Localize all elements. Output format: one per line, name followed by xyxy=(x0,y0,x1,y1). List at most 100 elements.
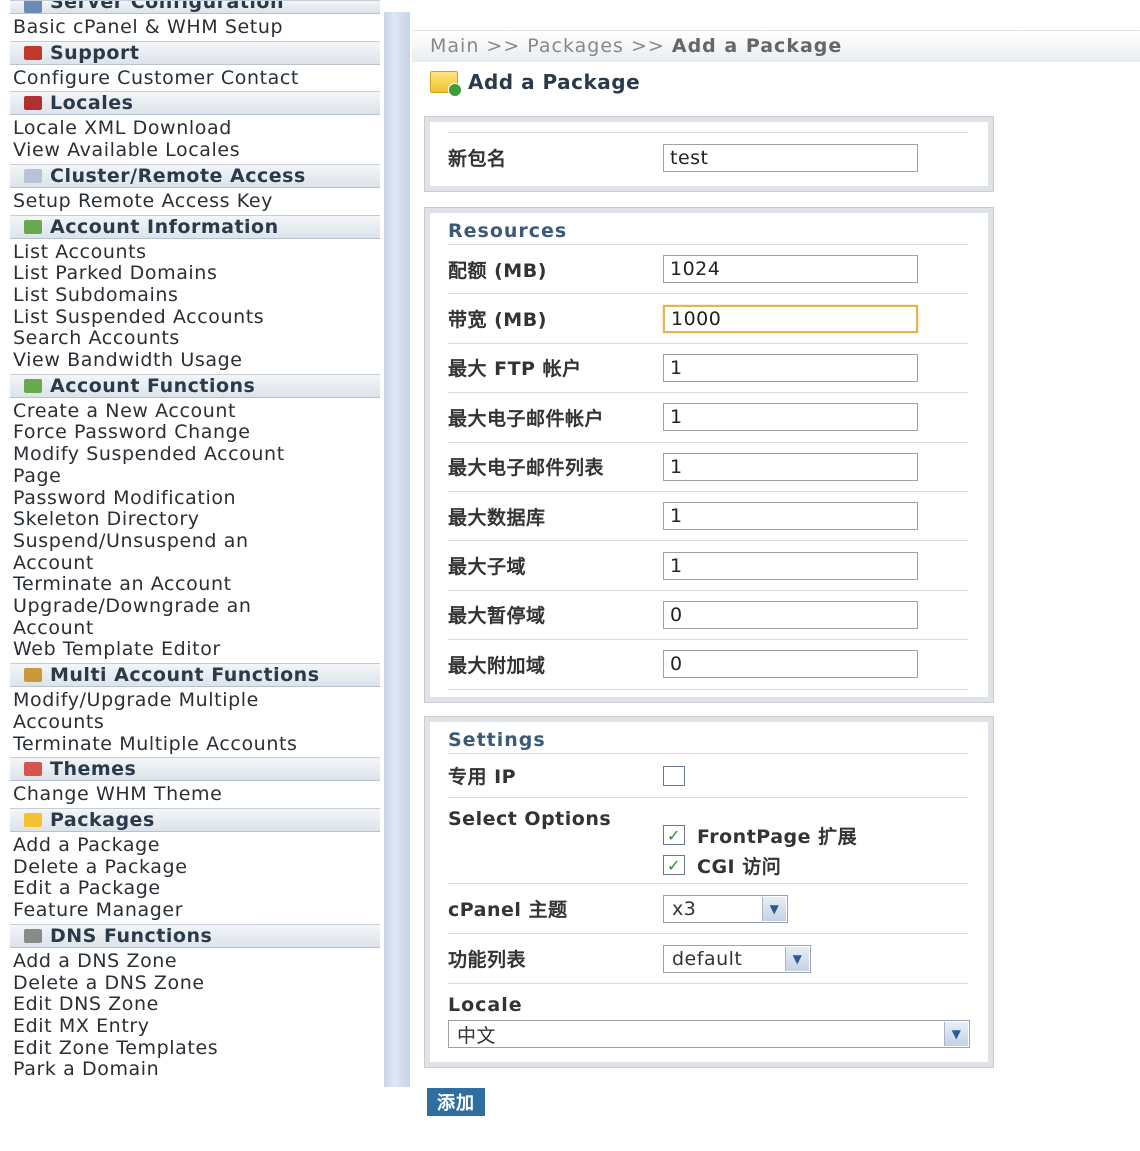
dedicated-ip-checkbox[interactable] xyxy=(663,765,685,786)
cpanel-theme-select[interactable]: x3 ▼ xyxy=(663,894,788,923)
sidebar-section-title: Packages xyxy=(50,808,155,831)
dedicated-ip-row: 专用 IP xyxy=(448,754,968,798)
sidebar-link[interactable]: Delete a DNS Zone xyxy=(13,972,333,995)
resource-input[interactable] xyxy=(663,403,918,432)
frontpage-label: FrontPage 扩展 xyxy=(697,825,858,848)
sidebar-link[interactable]: Modify Suspended Account Page xyxy=(13,443,333,487)
package-name-panel: 新包名 xyxy=(424,116,994,192)
sidebar-section-themes[interactable]: Themes xyxy=(10,757,380,782)
multi-account-icon xyxy=(24,668,42,683)
sidebar-link[interactable]: Park a Domain xyxy=(13,1059,333,1081)
sidebar-link[interactable]: View Bandwidth Usage xyxy=(13,349,333,372)
sidebar-link[interactable]: Terminate Multiple Accounts xyxy=(13,733,333,756)
sidebar-links: List Accounts List Parked Domains List Sub… xyxy=(0,239,382,374)
sidebar-link[interactable]: Add a Package xyxy=(13,834,333,857)
sidebar-link[interactable]: List Accounts xyxy=(13,241,333,264)
package-name-input[interactable] xyxy=(663,143,918,172)
resource-row: 最大电子邮件帐户 xyxy=(448,393,968,443)
sidebar-link[interactable]: Terminate an Account xyxy=(13,574,333,596)
sidebar-link[interactable]: Configure Customer Contact xyxy=(13,67,333,90)
settings-title: Settings xyxy=(448,722,968,754)
resource-input[interactable] xyxy=(663,650,918,679)
cpanel-theme-value: x3 xyxy=(672,897,697,920)
select-options-row: Select Options ✓ FrontPage 扩展 ✓ CGI 访问 xyxy=(448,798,968,884)
locales-icon xyxy=(24,96,42,111)
sidebar-section-title: DNS Functions xyxy=(50,924,213,947)
page-title: Add a Package xyxy=(430,70,640,97)
resource-input[interactable] xyxy=(663,600,918,629)
sidebar-link[interactable]: Edit Zone Templates xyxy=(13,1037,333,1060)
main-content: Main >> Packages >> Add a Package Add a … xyxy=(410,0,1140,1151)
add-package-icon xyxy=(430,71,462,97)
sidebar-link[interactable]: Modify/Upgrade Multiple Accounts xyxy=(13,689,333,733)
sidebar-link[interactable]: Suspend/Unsuspend an Account xyxy=(13,530,333,574)
sidebar-link[interactable]: Password Modification xyxy=(13,487,333,510)
locale-value: 中文 xyxy=(457,1024,497,1047)
sidebar-link[interactable]: List Suspended Accounts xyxy=(13,306,333,329)
sidebar-link[interactable]: Web Template Editor xyxy=(13,639,333,661)
resource-row: 最大暂停域 xyxy=(448,591,968,641)
chevron-down-icon[interactable]: ▼ xyxy=(944,1022,968,1046)
sidebar-section-multi-account-functions[interactable]: Multi Account Functions xyxy=(10,663,380,688)
sidebar-links: Basic cPanel & WHM Setup xyxy=(0,14,382,41)
sidebar-section-server-configuration[interactable]: Server Configuration xyxy=(10,0,380,14)
sidebar-link[interactable]: List Parked Domains xyxy=(13,263,333,285)
resource-input[interactable] xyxy=(663,502,918,531)
sidebar-link[interactable]: Change WHM Theme xyxy=(13,784,333,806)
resource-row: 最大电子邮件列表 xyxy=(448,443,968,492)
sidebar-link[interactable]: Feature Manager xyxy=(13,899,333,922)
resource-label: 带宽 (MB) xyxy=(448,309,547,332)
sidebar-link[interactable]: Setup Remote Access Key xyxy=(13,190,333,213)
account-functions-icon xyxy=(24,378,42,393)
sidebar-links: Add a Package Delete a Package Edit a Pack… xyxy=(0,832,382,924)
sidebar-section-locales[interactable]: Locales xyxy=(10,91,380,116)
resource-input[interactable] xyxy=(663,353,918,382)
resource-input[interactable] xyxy=(663,255,918,284)
resource-input[interactable] xyxy=(663,452,918,481)
sidebar-section-cluster-remote-access[interactable]: Cluster/Remote Access xyxy=(10,163,380,188)
cpanel-theme-row: cPanel 主题 x3 ▼ xyxy=(448,884,968,934)
cgi-checkbox[interactable]: ✓ xyxy=(663,855,685,875)
sidebar-link[interactable]: Edit MX Entry xyxy=(13,1015,333,1038)
sidebar-link[interactable]: Create a New Account xyxy=(13,400,333,423)
chevron-down-icon[interactable]: ▼ xyxy=(762,896,786,921)
sidebar-link[interactable]: Locale XML Download xyxy=(13,118,333,140)
sidebar-links: Change WHM Theme xyxy=(0,781,382,808)
dedicated-ip-label: 专用 IP xyxy=(448,766,517,788)
sidebar-section-title: Server Configuration xyxy=(50,0,284,13)
sidebar-link[interactable]: Edit DNS Zone xyxy=(13,993,333,1016)
resource-input[interactable] xyxy=(663,304,918,333)
sidebar-section-support[interactable]: Support xyxy=(10,40,380,65)
feature-list-select[interactable]: default ▼ xyxy=(663,944,811,973)
sidebar-link[interactable]: Basic cPanel & WHM Setup xyxy=(13,16,382,39)
sidebar-link[interactable]: Search Accounts xyxy=(13,328,333,350)
sidebar: Server Configuration Basic cPanel & WHM … xyxy=(0,0,382,1151)
sidebar-link[interactable]: Force Password Change xyxy=(13,422,333,444)
sidebar-section-account-information[interactable]: Account Information xyxy=(10,214,380,239)
sidebar-links: Modify/Upgrade Multiple Accounts Terminat… xyxy=(0,687,382,757)
breadcrumb-path[interactable]: Main >> Packages >> xyxy=(430,35,672,57)
select-options-label: Select Options xyxy=(448,808,612,830)
resource-label: 最大数据库 xyxy=(448,506,546,529)
sidebar-resize-handle[interactable] xyxy=(384,12,410,1087)
sidebar-link[interactable]: Edit a Package xyxy=(13,878,333,900)
add-button[interactable]: 添加 xyxy=(427,1088,485,1116)
sidebar-link[interactable]: Skeleton Directory xyxy=(13,509,333,531)
breadcrumb: Main >> Packages >> Add a Package xyxy=(430,35,842,57)
feature-list-label: 功能列表 xyxy=(448,949,527,971)
locale-select[interactable]: 中文 ▼ xyxy=(448,1020,970,1048)
resource-row: 配额 (MB) xyxy=(448,245,968,295)
resource-input[interactable] xyxy=(663,551,918,580)
sidebar-links: Add a DNS Zone Delete a DNS Zone Edit DNS … xyxy=(0,948,382,1083)
sidebar-section-packages[interactable]: Packages xyxy=(10,807,380,832)
sidebar-link[interactable]: Add a DNS Zone xyxy=(13,950,333,973)
sidebar-link[interactable]: Delete a Package xyxy=(13,856,333,879)
sidebar-section-dns-functions[interactable]: DNS Functions xyxy=(10,923,380,948)
sidebar-link[interactable]: List Subdomains xyxy=(13,284,333,307)
sidebar-section-account-functions[interactable]: Account Functions xyxy=(10,373,380,398)
frontpage-checkbox[interactable]: ✓ xyxy=(663,825,685,845)
sidebar-link[interactable]: Upgrade/Downgrade an Account xyxy=(13,595,333,639)
sidebar-link[interactable]: View Available Locales xyxy=(13,139,333,162)
resource-label: 最大子域 xyxy=(448,556,527,579)
chevron-down-icon[interactable]: ▼ xyxy=(785,946,809,971)
